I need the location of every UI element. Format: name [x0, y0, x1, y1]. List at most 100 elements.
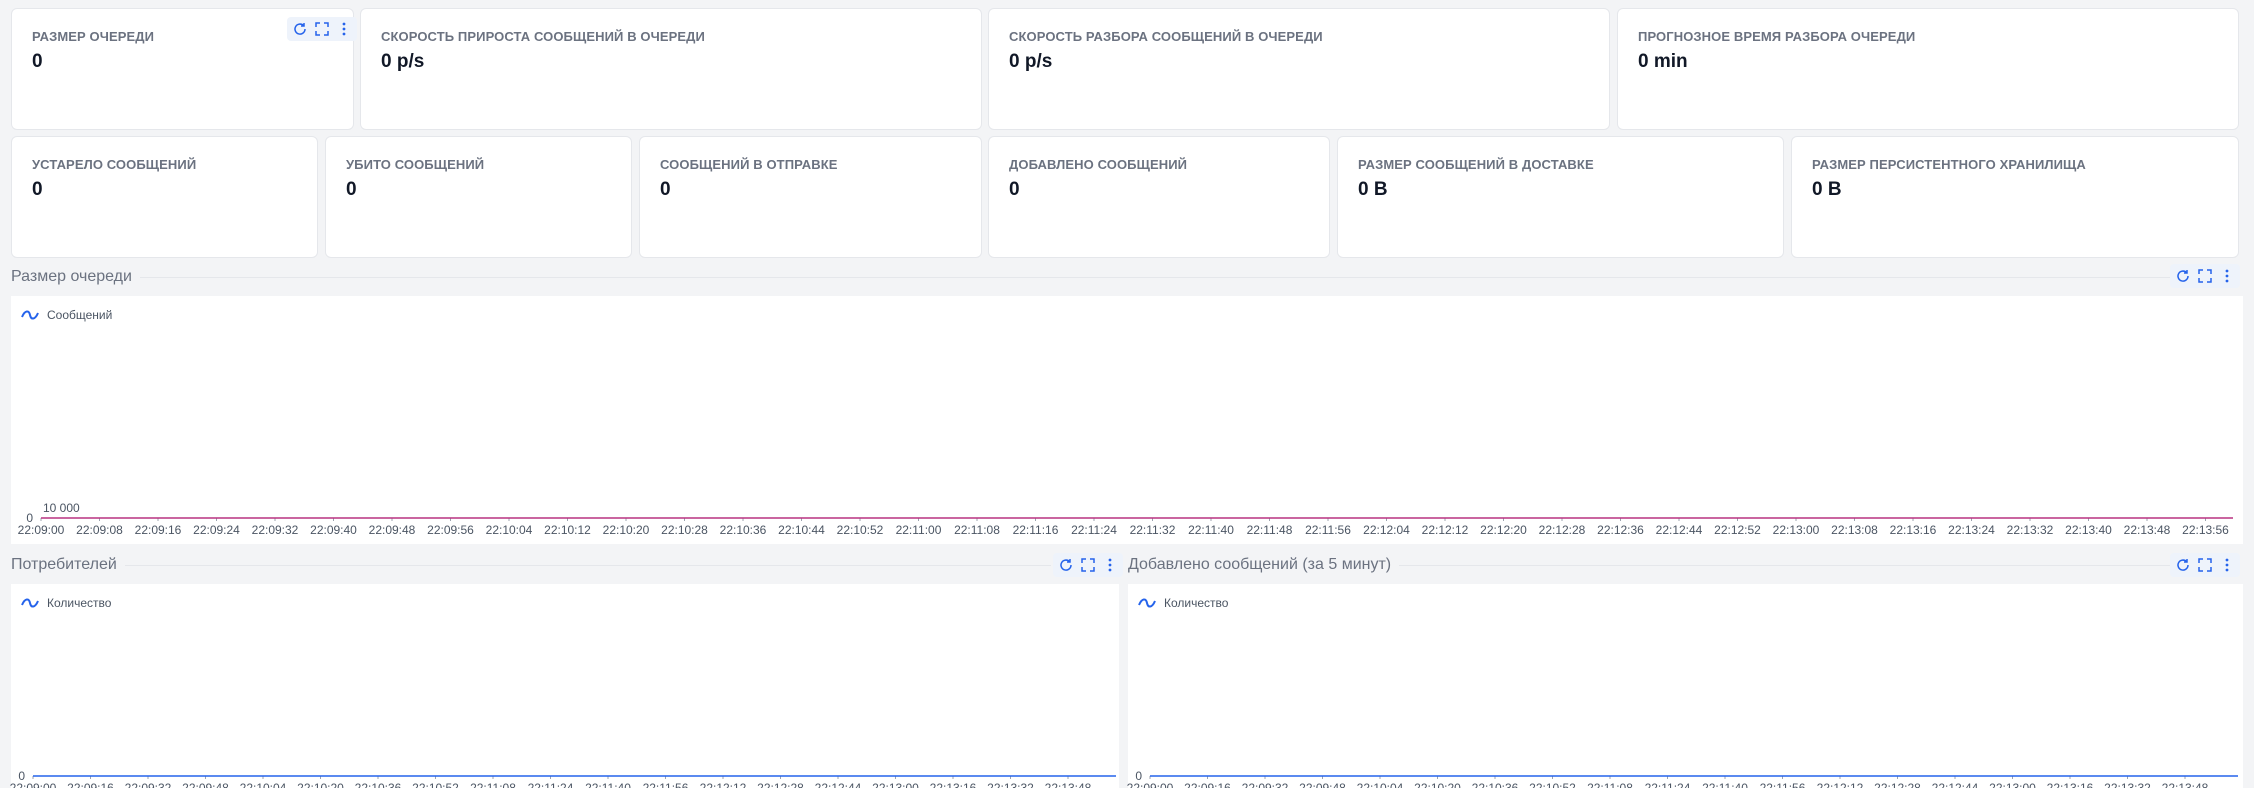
- panel-toolbar: [1053, 553, 1123, 577]
- x-tick-label: 22:13:32: [2007, 523, 2054, 537]
- x-tick-label: 22:11:40: [585, 781, 631, 788]
- x-tick-label: 22:09:48: [182, 781, 229, 788]
- section-divider: [11, 565, 1051, 566]
- x-tick-label: 22:13:00: [1989, 781, 2036, 788]
- x-tick-label: 22:10:28: [661, 523, 708, 537]
- x-tick-label: 22:13:16: [930, 781, 977, 788]
- panel-toolbar: [2170, 264, 2240, 288]
- refresh-button[interactable]: [291, 20, 309, 38]
- section-title-consumers: Потребителей: [11, 556, 125, 574]
- more-menu-button[interactable]: [1101, 556, 1119, 574]
- x-tick-label: 22:10:04: [486, 523, 533, 537]
- stat-label: Скорость разбора сообщений в очереди: [1009, 29, 1323, 44]
- x-tick-label: 22:10:20: [603, 523, 650, 537]
- more-menu-button[interactable]: [2218, 556, 2236, 574]
- x-tick-label: 22:11:16: [1013, 523, 1059, 537]
- x-tick-label: 22:13:48: [1045, 781, 1092, 788]
- stat-label: Устарело сообщений: [32, 157, 197, 172]
- x-tick-label: 22:11:48: [1247, 523, 1293, 537]
- chart-consumers: Количество 0 22:09:00 22:09:16 22:09:32 22:0…: [10, 584, 1119, 788]
- stat-label: Скорость прироста сообщений в очереди: [381, 29, 705, 44]
- x-tick-label: 22:09:00: [1127, 781, 1174, 788]
- x-tick-label: 22:09:16: [1184, 781, 1231, 788]
- x-tick-label: 22:13:00: [872, 781, 919, 788]
- x-tick-label: 22:10:52: [1529, 781, 1576, 788]
- stat-card-forecast-time: Прогнозное время разбора очереди 0 min: [1617, 8, 2239, 130]
- x-tick-label: 22:11:00: [896, 523, 942, 537]
- x-tick-label: 22:12:28: [757, 781, 804, 788]
- x-tick-label: 22:10:04: [1357, 781, 1404, 788]
- more-menu-button[interactable]: [335, 20, 353, 38]
- stat-value: 0: [32, 179, 43, 200]
- x-tick-label: 22:09:16: [67, 781, 114, 788]
- stat-card-delivery-size: Размер сообщений в доставке 0 B: [1337, 136, 1784, 258]
- stat-label: Прогнозное время разбора очереди: [1638, 29, 1916, 44]
- x-tick-label: 22:12:12: [1817, 781, 1864, 788]
- stat-label: Сообщений в отправке: [660, 157, 838, 172]
- refresh-icon: [2177, 270, 2189, 282]
- x-tick-label: 22:09:48: [369, 523, 416, 537]
- x-tick-label: 22:12:36: [1597, 523, 1644, 537]
- stat-card-killed: Убито сообщений 0: [325, 136, 632, 258]
- x-tick-label: 22:10:04: [240, 781, 287, 788]
- fullscreen-icon: [315, 22, 329, 36]
- section-divider: [11, 277, 2173, 278]
- x-tick-label: 22:11:56: [1305, 523, 1351, 537]
- refresh-button[interactable]: [2174, 267, 2192, 285]
- stat-value: 0: [660, 179, 671, 200]
- x-tick-label: 22:13:24: [1948, 523, 1995, 537]
- stat-value: 0 p/s: [1009, 51, 1053, 72]
- chart-queue-size: Сообщений 0 10 000 22:09:00 22:09:08 22:09:1…: [11, 296, 2243, 544]
- section-title-added: Добавлено сообщений (за 5 минут): [1128, 556, 1400, 574]
- chart-added-messages: Количество 0 22:09:00 22:09:16 22:09:32 22:0…: [1127, 584, 2243, 788]
- x-tick-label: 22:09:48: [1299, 781, 1346, 788]
- refresh-icon: [2177, 559, 2189, 571]
- x-tick-label: 22:10:44: [778, 523, 825, 537]
- x-tick-label: 22:11:40: [1702, 781, 1748, 788]
- x-tick-label: 22:13:32: [2104, 781, 2151, 788]
- fullscreen-button[interactable]: [2196, 267, 2214, 285]
- stat-label: Размер очереди: [32, 29, 155, 44]
- x-tick-label: 22:10:20: [1414, 781, 1461, 788]
- stat-card-expired: Устарело сообщений 0: [11, 136, 318, 258]
- panel-toolbar: [2170, 553, 2240, 577]
- x-tick-label: 22:11:08: [954, 523, 1000, 537]
- x-tick-label: 22:09:24: [193, 523, 240, 537]
- stat-value: 0 min: [1638, 51, 1688, 72]
- fullscreen-button[interactable]: [1079, 556, 1097, 574]
- more-vertical-icon: [2225, 558, 2229, 572]
- x-tick-label: 22:11:56: [1760, 781, 1806, 788]
- refresh-icon: [294, 23, 306, 35]
- stat-value: 0: [1009, 179, 1020, 200]
- x-tick-label: 22:11:56: [643, 781, 689, 788]
- x-tick-label: 22:09:56: [427, 523, 474, 537]
- x-tick-label: 22:10:36: [355, 781, 402, 788]
- x-tick-label: 22:10:36: [720, 523, 767, 537]
- x-tick-label: 22:12:44: [1656, 523, 1703, 537]
- fullscreen-button[interactable]: [313, 20, 331, 38]
- card-toolbar: [287, 17, 357, 41]
- more-vertical-icon: [2225, 269, 2229, 283]
- x-tick-label: 22:10:36: [1472, 781, 1519, 788]
- refresh-button[interactable]: [2174, 556, 2192, 574]
- x-tick-label: 22:09:00: [10, 781, 57, 788]
- fullscreen-button[interactable]: [2196, 556, 2214, 574]
- stat-label: Убито сообщений: [346, 157, 485, 172]
- more-menu-button[interactable]: [2218, 267, 2236, 285]
- x-tick-label: 22:12:12: [1422, 523, 1469, 537]
- x-tick-label: 22:13:08: [1831, 523, 1878, 537]
- x-tick-label: 22:13:48: [2124, 523, 2171, 537]
- x-tick-label: 22:13:32: [987, 781, 1034, 788]
- fullscreen-icon: [1081, 558, 1095, 572]
- x-tick-label: 22:13:16: [2047, 781, 2094, 788]
- x-tick-label: 22:10:12: [544, 523, 591, 537]
- stat-label: Размер сообщений в доставке: [1358, 157, 1594, 172]
- x-tick-label: 22:11:40: [1188, 523, 1234, 537]
- x-tick-label: 22:11:08: [470, 781, 516, 788]
- x-tick-label: 22:09:16: [135, 523, 182, 537]
- refresh-button[interactable]: [1057, 556, 1075, 574]
- refresh-icon: [1060, 559, 1072, 571]
- x-tick-label: 22:11:24: [1071, 523, 1117, 537]
- chart-plot: 010 00022:09:00 22:09:08 22:09:16 22:09:24 2…: [18, 501, 2233, 537]
- x-tick-label: 22:13:16: [1890, 523, 1937, 537]
